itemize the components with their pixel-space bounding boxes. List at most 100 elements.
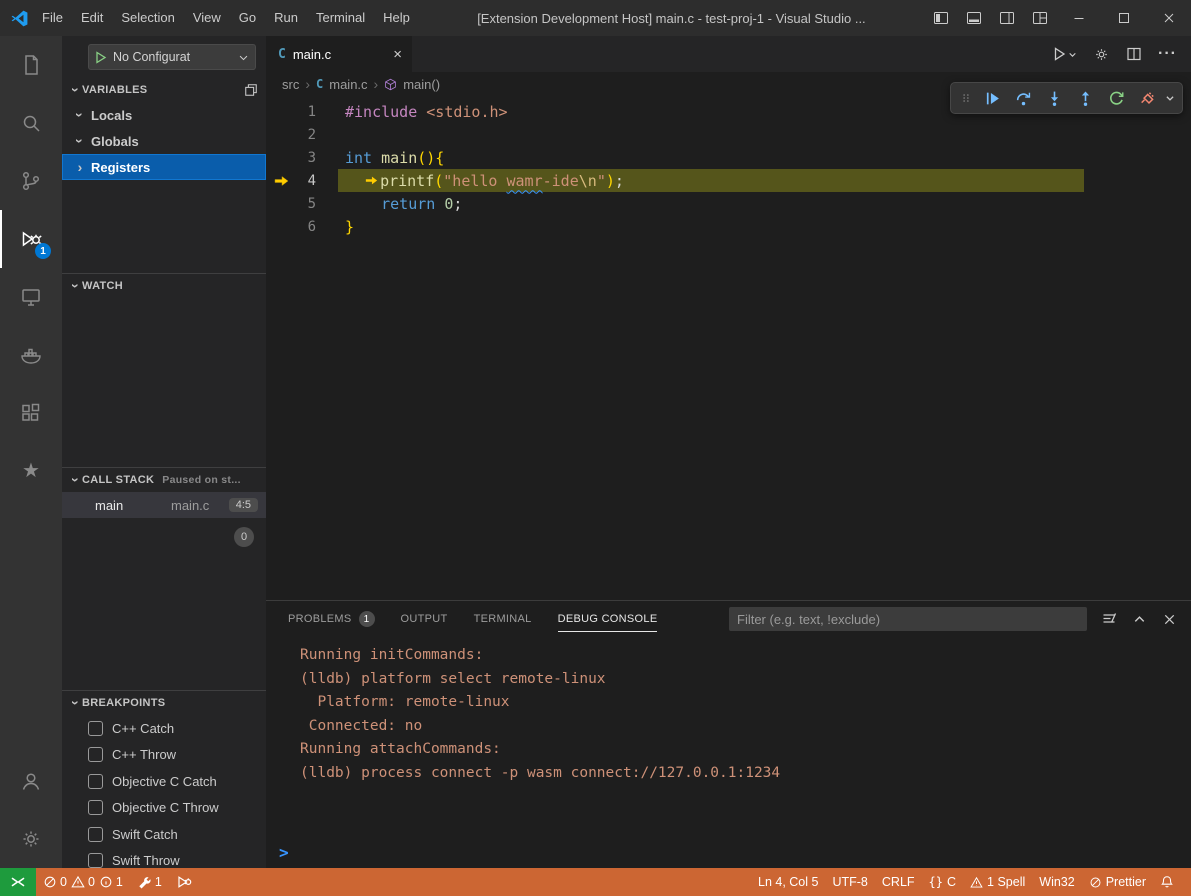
remote-indicator[interactable]: [0, 868, 36, 896]
console-prompt[interactable]: >: [279, 843, 289, 862]
menu-run[interactable]: Run: [265, 0, 307, 36]
menu-view[interactable]: View: [184, 0, 230, 36]
code-text[interactable]: int main(){: [338, 146, 444, 169]
run-and-debug-icon[interactable]: 1: [0, 210, 62, 268]
code-editor[interactable]: 1#include <stdio.h>23int main(){4 printf…: [266, 96, 1191, 600]
toggle-sidebar-icon[interactable]: [924, 0, 957, 36]
disconnect-icon[interactable]: [1132, 85, 1162, 111]
cursor-position[interactable]: Ln 4, Col 5: [751, 875, 825, 889]
code-text[interactable]: [338, 123, 345, 146]
breadcrumb-file[interactable]: main.c: [329, 77, 367, 92]
continue-icon[interactable]: [977, 85, 1007, 111]
breakpoint-checkbox[interactable]: [88, 721, 103, 736]
customize-layout-icon[interactable]: [1023, 0, 1056, 36]
tab-close-icon[interactable]: [393, 47, 402, 62]
search-icon[interactable]: [0, 94, 62, 152]
line-number[interactable]: 4: [296, 173, 316, 189]
breakpoint-checkbox[interactable]: [88, 774, 103, 789]
code-line-5[interactable]: 5 return 0;: [266, 192, 1191, 215]
step-into-icon[interactable]: [1039, 85, 1069, 111]
eol-status[interactable]: CRLF: [875, 875, 922, 889]
breakpoint-swift-throw[interactable]: Swift Throw: [62, 848, 266, 869]
debug-status[interactable]: [169, 868, 199, 896]
console-filter-input[interactable]: [729, 607, 1087, 631]
menu-file[interactable]: File: [33, 0, 72, 36]
breakpoint-checkbox[interactable]: [88, 827, 103, 842]
menu-terminal[interactable]: Terminal: [307, 0, 374, 36]
formatter-status[interactable]: Prettier: [1082, 875, 1153, 889]
minimize-button[interactable]: [1056, 0, 1101, 36]
code-line-3[interactable]: 3 int main(){: [266, 146, 1191, 169]
panel-tab-problems[interactable]: PROBLEMS1: [288, 601, 375, 637]
gear-icon[interactable]: [1093, 46, 1110, 63]
tab-main-c[interactable]: C main.c: [266, 36, 412, 72]
extensions-icon[interactable]: [0, 384, 62, 442]
drag-grip-icon[interactable]: [956, 85, 976, 111]
breakpoint-checkbox[interactable]: [88, 800, 103, 815]
variables-header[interactable]: VARIABLES: [62, 78, 266, 102]
settings-gear-icon[interactable]: [0, 810, 62, 868]
spell-status[interactable]: 1 Spell: [963, 875, 1032, 889]
call-stack-header[interactable]: CALL STACK Paused on st...: [62, 468, 266, 492]
breakpoint-swift-catch[interactable]: Swift Catch: [62, 821, 266, 848]
account-icon[interactable]: [0, 752, 62, 810]
breakpoint-checkbox[interactable]: [88, 853, 103, 868]
launch-config-dropdown[interactable]: No Configurat: [88, 44, 256, 70]
maximize-button[interactable]: [1101, 0, 1146, 36]
watch-header[interactable]: WATCH: [62, 274, 266, 298]
breakpoint-c-throw[interactable]: C++ Throw: [62, 742, 266, 769]
breadcrumb-src[interactable]: src: [282, 77, 299, 92]
close-panel-icon[interactable]: [1162, 612, 1177, 627]
code-text[interactable]: printf("hello wamr-ide\n");: [338, 169, 1084, 192]
menu-help[interactable]: Help: [374, 0, 419, 36]
menu-selection[interactable]: Selection: [112, 0, 183, 36]
line-number[interactable]: 5: [296, 196, 316, 212]
platform-status[interactable]: Win32: [1032, 875, 1081, 889]
code-line-2[interactable]: 2: [266, 123, 1191, 146]
notifications-bell-icon[interactable]: [1153, 875, 1181, 889]
breakpoint-c-catch[interactable]: C++ Catch: [62, 715, 266, 742]
breakpoint-objective-c-catch[interactable]: Objective C Catch: [62, 768, 266, 795]
remote-explorer-icon[interactable]: [0, 268, 62, 326]
toggle-secondary-sidebar-icon[interactable]: [990, 0, 1023, 36]
explorer-icon[interactable]: [0, 36, 62, 94]
split-editor-icon[interactable]: [1126, 46, 1142, 62]
favorites-icon[interactable]: [0, 442, 62, 500]
problems-status[interactable]: 0 0 1: [36, 868, 130, 896]
start-debug-icon[interactable]: [95, 51, 107, 64]
line-number[interactable]: 1: [296, 104, 316, 120]
collapse-panel-icon[interactable]: [1132, 612, 1147, 627]
chevron-down-icon[interactable]: [1163, 93, 1177, 103]
debug-console-output[interactable]: Running initCommands:(lldb) platform sel…: [266, 637, 1191, 868]
panel-tab-debug-console[interactable]: DEBUG CONSOLE: [558, 601, 658, 637]
line-number[interactable]: 6: [296, 219, 316, 235]
line-number[interactable]: 3: [296, 150, 316, 166]
close-button[interactable]: [1146, 0, 1191, 36]
clear-console-icon[interactable]: [1101, 611, 1117, 627]
breakpoint-objective-c-throw[interactable]: Objective C Throw: [62, 795, 266, 822]
toggle-panel-icon[interactable]: [957, 0, 990, 36]
menu-edit[interactable]: Edit: [72, 0, 112, 36]
run-or-debug-icon[interactable]: [1051, 46, 1077, 62]
code-text[interactable]: #include <stdio.h>: [338, 100, 508, 123]
step-over-icon[interactable]: [1008, 85, 1038, 111]
docker-icon[interactable]: [0, 326, 62, 384]
code-line-4[interactable]: 4 printf("hello wamr-ide\n");: [266, 169, 1191, 192]
more-actions-icon[interactable]: [1158, 45, 1177, 63]
code-line-6[interactable]: 6}: [266, 215, 1191, 238]
breadcrumb-symbol[interactable]: main(): [403, 77, 440, 92]
toolchain-status[interactable]: 1: [130, 868, 169, 896]
code-text[interactable]: return 0;: [338, 192, 462, 215]
source-control-icon[interactable]: [0, 152, 62, 210]
variables-item-locals[interactable]: Locals: [62, 102, 266, 128]
line-number[interactable]: 2: [296, 127, 316, 143]
variables-item-registers[interactable]: Registers: [62, 154, 266, 180]
breakpoints-header[interactable]: BREAKPOINTS: [62, 691, 266, 715]
collapse-all-icon[interactable]: [244, 83, 258, 97]
breakpoint-checkbox[interactable]: [88, 747, 103, 762]
language-mode[interactable]: C: [922, 875, 963, 889]
stack-frame-row[interactable]: main main.c 4:5: [62, 492, 266, 518]
encoding-status[interactable]: UTF-8: [825, 875, 874, 889]
step-out-icon[interactable]: [1070, 85, 1100, 111]
current-frame-arrow-icon[interactable]: [266, 175, 296, 187]
